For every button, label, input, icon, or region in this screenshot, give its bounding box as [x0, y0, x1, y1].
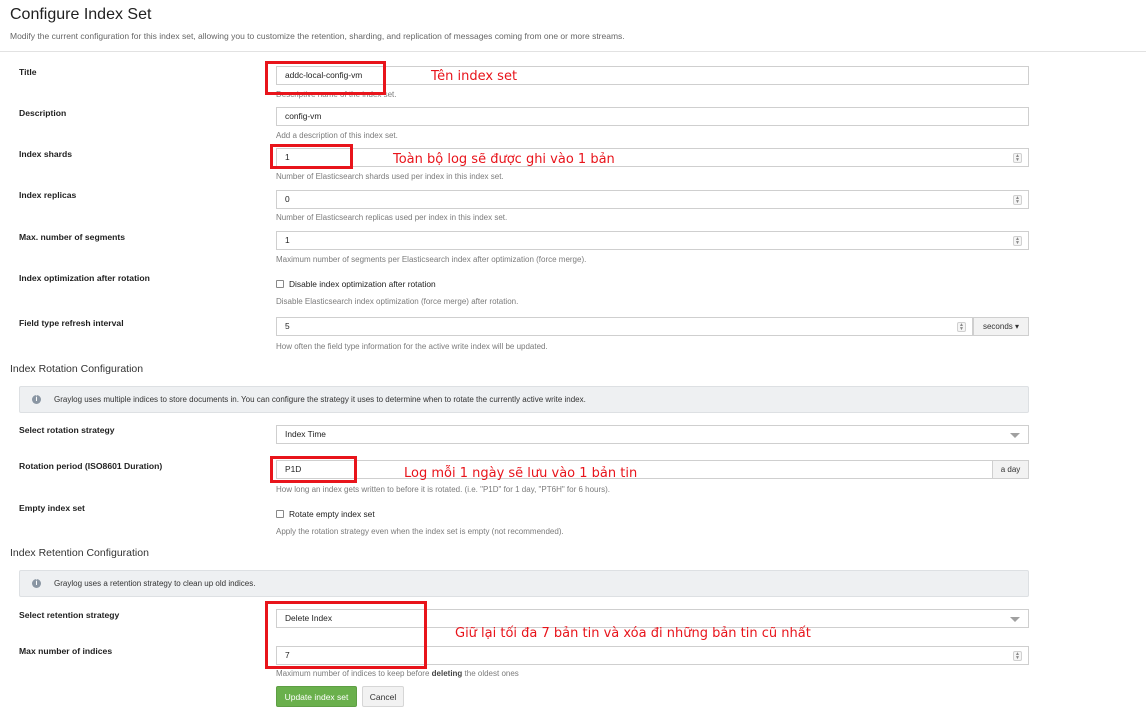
highlight-box-title	[265, 61, 386, 95]
max-indices-label: Max number of indices	[19, 646, 113, 656]
rotation-info-text: Graylog uses multiple indices to store d…	[54, 395, 586, 404]
optimization-help: Disable Elasticsearch index optimization…	[276, 297, 519, 306]
description-label: Description	[19, 108, 67, 118]
select-arrow-icon	[1010, 433, 1020, 438]
highlight-box-rotation	[270, 456, 357, 483]
description-input[interactable]: config-vm	[276, 107, 1029, 126]
rotation-section-title: Index Rotation Configuration	[10, 363, 144, 375]
optimization-checkbox[interactable]	[276, 280, 284, 288]
optimization-checkbox-label: Disable index optimization after rotatio…	[289, 279, 436, 289]
title-label: Title	[19, 67, 37, 77]
rotation-strategy-label: Select rotation strategy	[19, 425, 115, 435]
select-arrow-icon	[1010, 617, 1020, 622]
update-index-set-button[interactable]: Update index set	[276, 686, 357, 707]
optimization-label: Index optimization after rotation	[19, 273, 150, 283]
rotation-strategy-select[interactable]: Index Time	[276, 425, 1029, 444]
rotation-period-addon: a day	[992, 460, 1029, 479]
refresh-value: 5	[285, 321, 290, 331]
highlight-box-shards	[270, 144, 353, 169]
empty-index-checkbox-label: Rotate empty index set	[289, 509, 375, 519]
refresh-help: How often the field type information for…	[276, 342, 548, 351]
chevron-down-icon: ▾	[1015, 322, 1020, 331]
empty-index-checkbox[interactable]	[276, 510, 284, 518]
rotation-period-label: Rotation period (ISO8601 Duration)	[19, 461, 163, 471]
rotation-info-box: i Graylog uses multiple indices to store…	[19, 386, 1029, 413]
refresh-unit-label: seconds	[982, 322, 1013, 331]
max-indices-help: Maximum number of indices to keep before…	[276, 669, 519, 678]
segments-value: 1	[285, 235, 290, 245]
info-icon: i	[32, 395, 41, 404]
title-input[interactable]: addc-local-config-vm	[276, 66, 1029, 85]
highlight-box-retention	[265, 601, 427, 669]
segments-help: Maximum number of segments per Elasticse…	[276, 255, 587, 264]
refresh-input[interactable]: 5 ▲ ▼	[276, 317, 973, 336]
page-subtitle: Modify the current configuration for thi…	[10, 31, 625, 41]
replicas-help: Number of Elasticsearch replicas used pe…	[276, 213, 508, 222]
optimization-checkbox-row[interactable]: Disable index optimization after rotatio…	[276, 279, 436, 289]
replicas-value: 0	[285, 194, 290, 204]
refresh-unit-dropdown[interactable]: seconds ▾	[973, 317, 1029, 336]
annotation-rotation-note: Log mỗi 1 ngày sẽ lưu vào 1 bản tin	[404, 466, 638, 481]
empty-index-label: Empty index set	[19, 503, 85, 513]
cancel-button[interactable]: Cancel	[362, 686, 404, 707]
page-header: Configure Index Set Modify the current c…	[0, 0, 1146, 52]
retention-info-text: Graylog uses a retention strategy to cle…	[54, 579, 256, 588]
page-title: Configure Index Set	[10, 6, 152, 23]
annotation-shards-note: Toàn bộ log sẽ được ghi vào 1 bản	[393, 152, 615, 167]
annotation-title-note: Tên index set	[431, 69, 518, 84]
refresh-stepper-icon[interactable]: ▲ ▼	[957, 322, 966, 332]
refresh-label: Field type refresh interval	[19, 318, 124, 328]
retention-strategy-label: Select retention strategy	[19, 610, 120, 620]
rotation-strategy-value: Index Time	[285, 429, 326, 439]
replicas-label: Index replicas	[19, 190, 77, 200]
shards-label: Index shards	[19, 149, 73, 159]
description-help: Add a description of this index set.	[276, 131, 398, 140]
replicas-stepper-icon[interactable]: ▲ ▼	[1013, 195, 1022, 205]
segments-input[interactable]: 1 ▲ ▼	[276, 231, 1029, 250]
info-icon: i	[32, 579, 41, 588]
rotation-period-help: How long an index gets written to before…	[276, 485, 611, 494]
shards-input[interactable]: 1 ▲ ▼	[276, 148, 1029, 167]
empty-index-help: Apply the rotation strategy even when th…	[276, 527, 564, 536]
segments-stepper-icon[interactable]: ▲ ▼	[1013, 236, 1022, 246]
retention-info-box: i Graylog uses a retention strategy to c…	[19, 570, 1029, 597]
retention-section-title: Index Retention Configuration	[10, 547, 149, 559]
shards-stepper-icon[interactable]: ▲ ▼	[1013, 153, 1022, 163]
max-indices-stepper-icon[interactable]: ▲ ▼	[1013, 651, 1022, 661]
shards-help: Number of Elasticsearch shards used per …	[276, 172, 504, 181]
empty-index-checkbox-row[interactable]: Rotate empty index set	[276, 509, 375, 519]
annotation-retention-note: Giữ lại tối đa 7 bản tin và xóa đi những…	[455, 626, 811, 641]
segments-label: Max. number of segments	[19, 232, 126, 242]
replicas-input[interactable]: 0 ▲ ▼	[276, 190, 1029, 209]
